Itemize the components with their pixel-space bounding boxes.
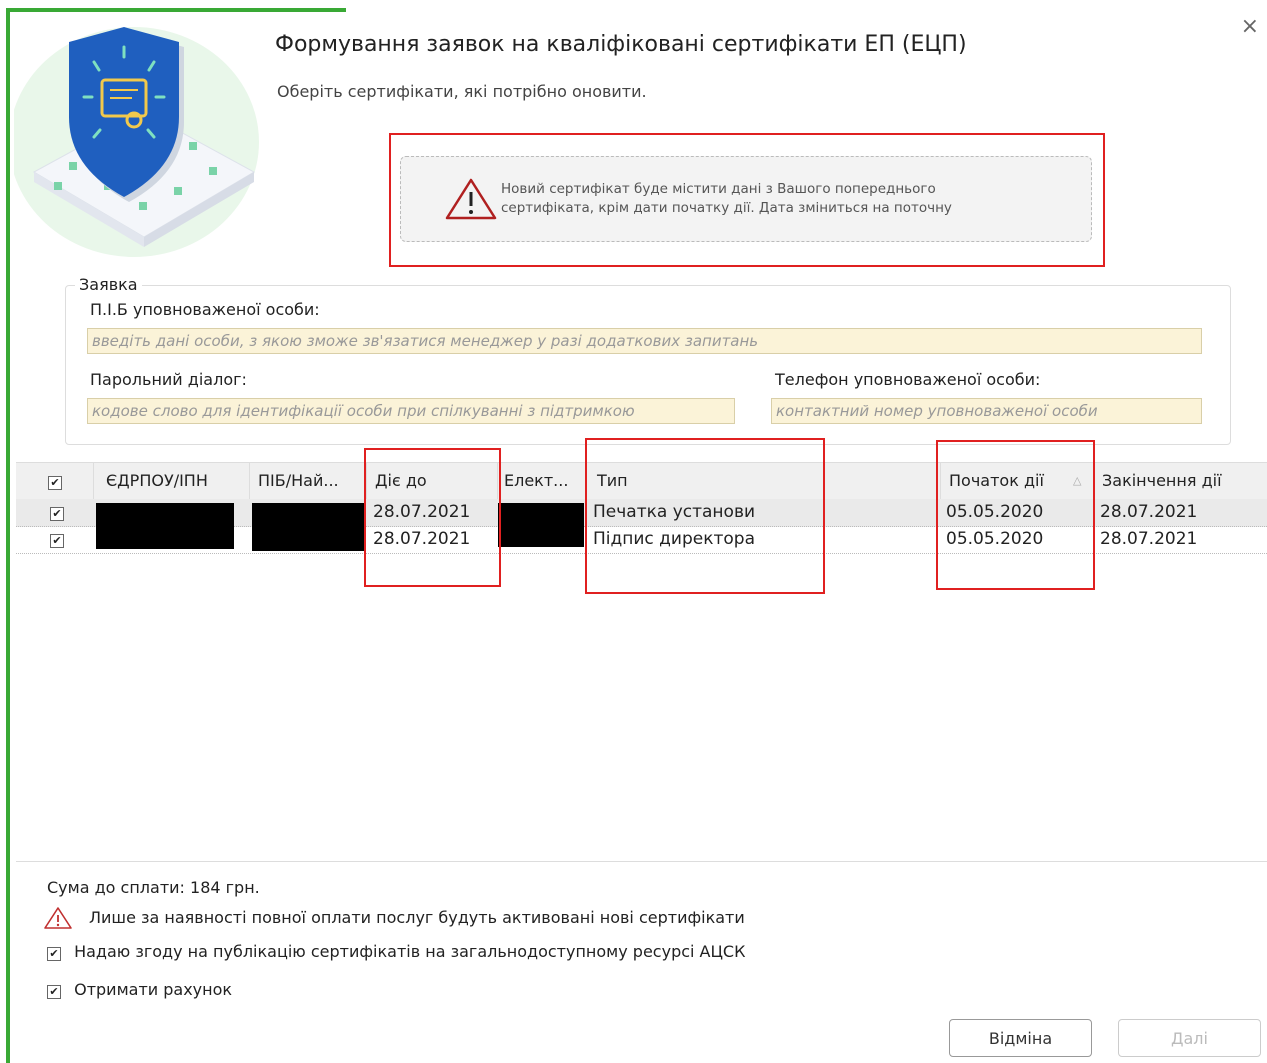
highlight-box-valid-to <box>364 448 501 587</box>
notice-line-2: сертифіката, крім дати початку дії. Дата… <box>501 200 952 216</box>
notice-line-1: Новий сертифікат буде містити дані з Ваш… <box>501 181 936 197</box>
column-end[interactable]: Закінчення дії <box>1094 463 1267 499</box>
dialog-title: Формування заявок на кваліфіковані серти… <box>275 32 967 57</box>
window-border <box>0 0 12 1063</box>
redacted-edrpou <box>96 503 234 549</box>
end-cell: 28.07.2021 <box>1100 529 1198 549</box>
consent-checkbox-row[interactable]: ✔ Надаю згоду на публікацію сертифікатів… <box>47 942 745 961</box>
column-email[interactable]: Елект... <box>498 463 587 499</box>
column-select-all[interactable]: ✔ <box>16 463 94 499</box>
end-cell: 28.07.2021 <box>1100 502 1198 522</box>
column-name[interactable]: ПІБ/Най... <box>250 463 367 499</box>
warning-triangle-icon <box>445 178 497 220</box>
consent-checkbox[interactable]: ✔ <box>47 947 61 961</box>
person-label: П.І.Б уповноваженої особи: <box>90 300 320 319</box>
consent-label: Надаю згоду на публікацію сертифікатів н… <box>74 942 746 961</box>
row-checkbox-cell[interactable]: ✔ <box>48 526 64 553</box>
highlight-box-type <box>585 438 825 594</box>
shield-certificate-illustration <box>14 27 259 257</box>
notice-panel: Новий сертифікат буде містити дані з Ваш… <box>400 156 1092 242</box>
column-edrpou[interactable]: ЄДРПОУ/ІПН <box>94 463 250 499</box>
cancel-button[interactable]: Відміна <box>949 1019 1092 1057</box>
highlight-box-start <box>936 440 1095 590</box>
row-checkbox[interactable]: ✔ <box>50 507 64 521</box>
invoice-checkbox[interactable]: ✔ <box>47 985 61 999</box>
select-all-checkbox[interactable]: ✔ <box>48 476 62 490</box>
password-label: Парольний діалог: <box>90 370 247 389</box>
payment-warning-text: Лише за наявності повної оплати послуг б… <box>89 908 745 927</box>
redacted-email <box>498 503 584 547</box>
phone-label: Телефон уповноваженої особи: <box>775 370 1041 389</box>
warning-triangle-icon <box>44 907 72 929</box>
redacted-name <box>252 503 364 551</box>
request-legend: Заявка <box>75 275 142 294</box>
row-checkbox[interactable]: ✔ <box>50 534 64 548</box>
next-button[interactable]: Далі <box>1118 1019 1261 1057</box>
sum-text: Сума до сплати: 184 грн. <box>47 878 260 897</box>
phone-input[interactable] <box>771 398 1202 424</box>
invoice-checkbox-row[interactable]: ✔ Отримати рахунок <box>47 980 232 999</box>
invoice-label: Отримати рахунок <box>74 980 233 999</box>
row-checkbox-cell[interactable]: ✔ <box>48 499 64 526</box>
person-input[interactable] <box>87 328 1202 354</box>
close-icon[interactable]: × <box>1241 16 1259 38</box>
dialog-subtitle: Оберіть сертифікати, які потрібно оновит… <box>277 82 647 101</box>
password-dialog-input[interactable] <box>87 398 735 424</box>
